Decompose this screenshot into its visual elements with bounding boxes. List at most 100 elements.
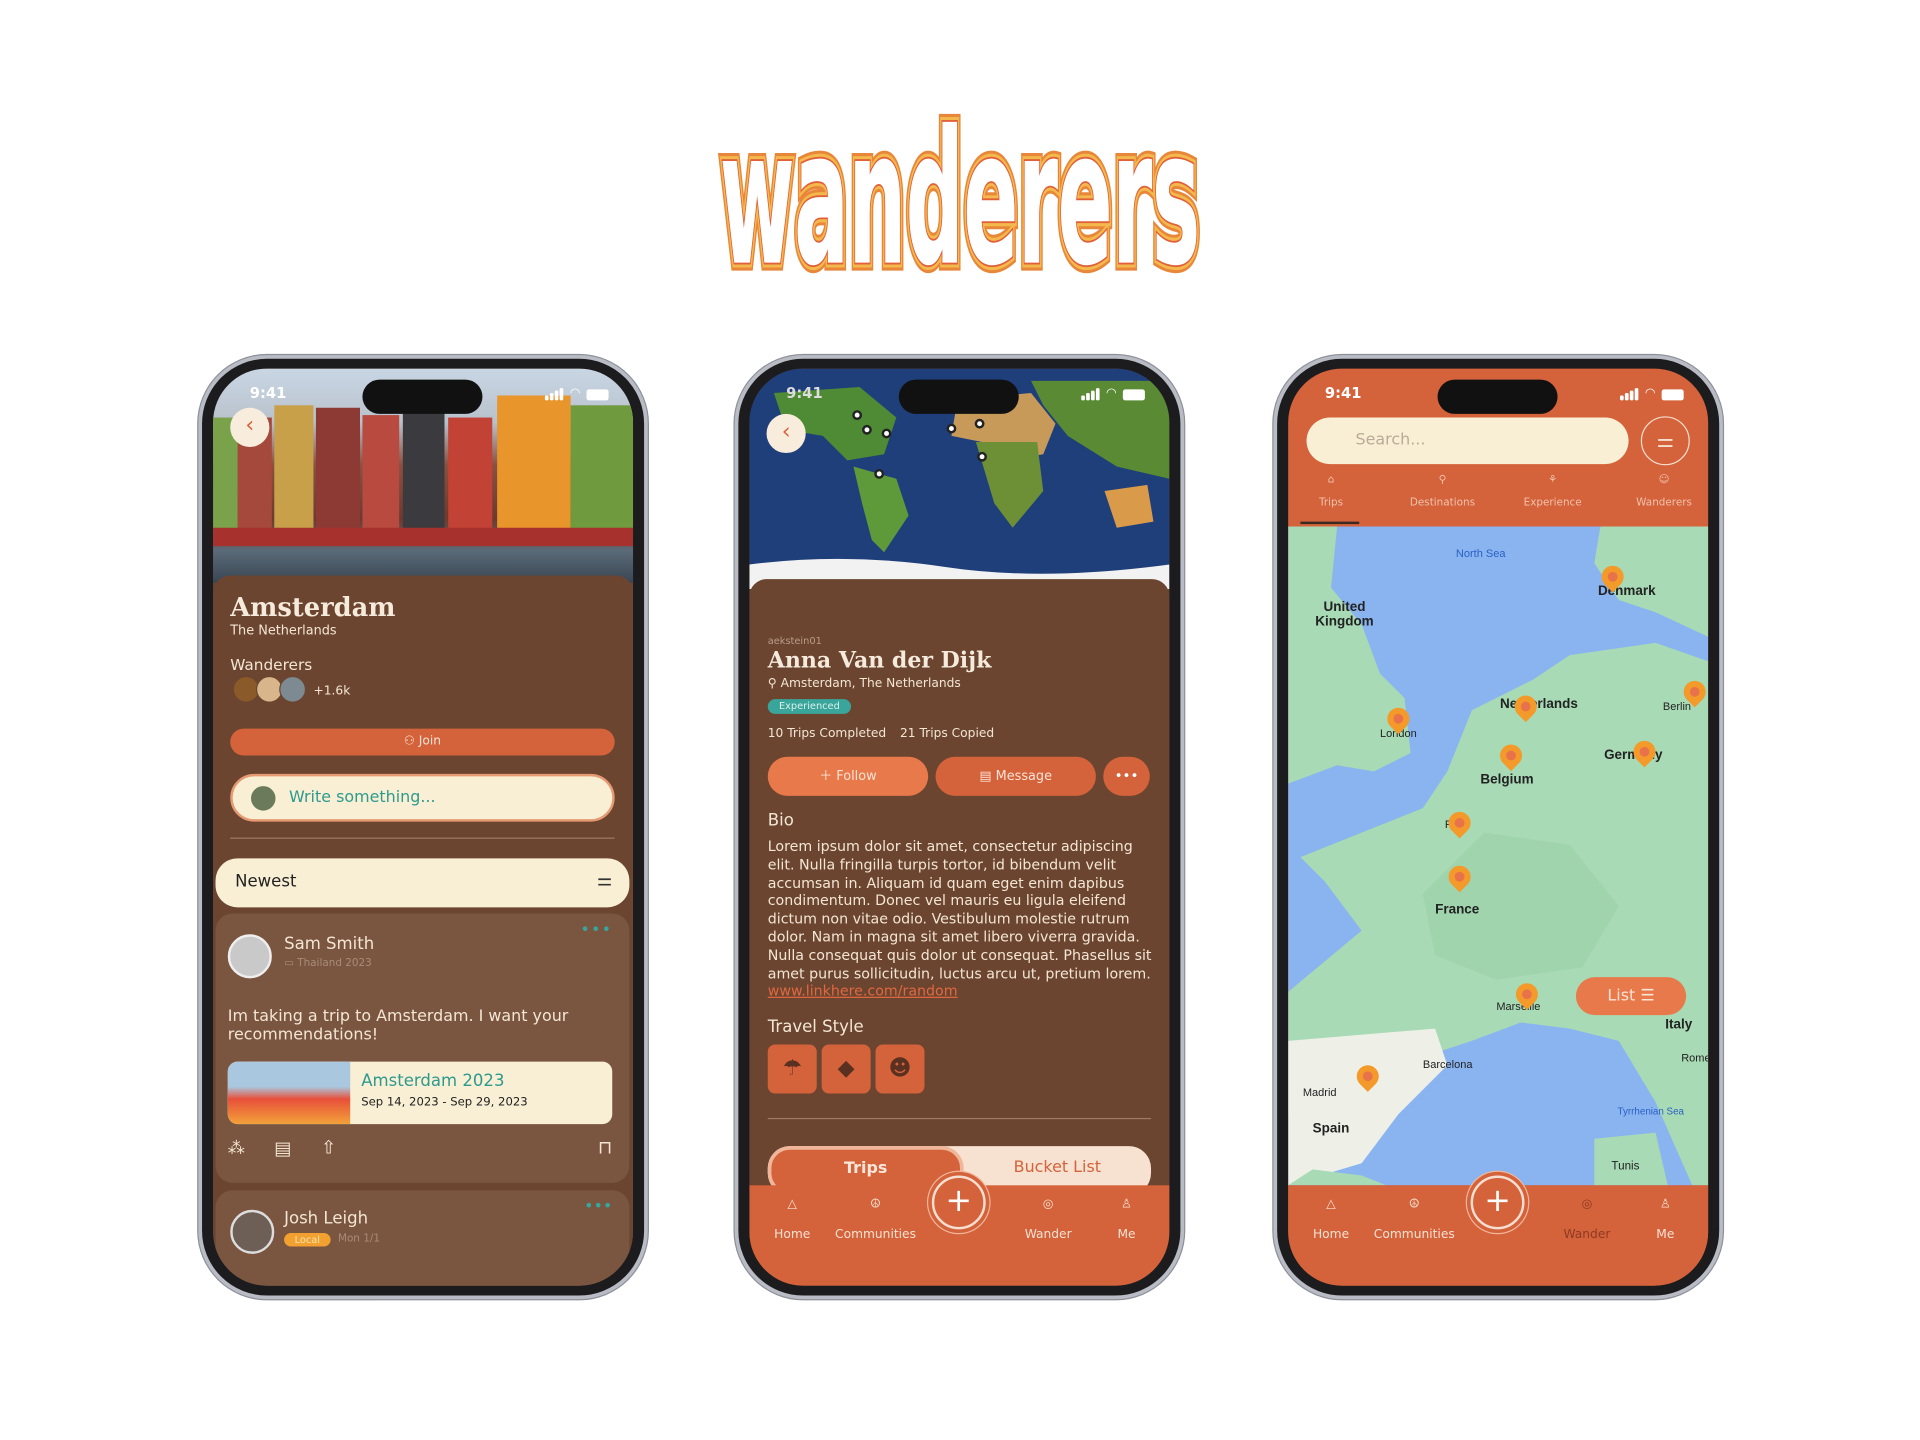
write-placeholder: Write something... [288,788,436,807]
trip-card[interactable]: Amsterdam 2023 Sep 14, 2023 - Sep 29, 20… [227,1061,613,1125]
tulip-field-image [227,1061,351,1125]
status-time: 9:41 [1324,384,1362,402]
nav-communities[interactable]: ☮ Communities [827,1198,925,1242]
svg-text:wanderers: wanderers [720,113,1200,284]
list-icon: ☰ [1635,986,1655,1006]
back-button[interactable]: ‹ [230,407,270,447]
map-view[interactable]: North Sea Denmark United Kingdom London … [1288,526,1709,1186]
bottom-nav: △ Home ☮ Communities + ◎ Wander ♙ Me [749,1175,1170,1286]
bio-text: Lorem ipsum dolor sit amet, consectetur … [767,837,1152,982]
divider [230,837,615,839]
join-label: Join [418,734,442,749]
profile-name: Anna Van der Dijk [767,647,992,674]
tab-experience[interactable]: ⚘ Experience [1504,474,1602,510]
explore-tabs: ⌂ Trips ⚲ Destinations ⚘ Experience ☺ Wander… [1288,474,1708,525]
map-label: Tunis [1611,1159,1640,1174]
experience-badge: Experienced [767,699,852,714]
compass-icon: ◎ [1581,1197,1593,1212]
trips-copied[interactable]: 21 Trips Copied [900,727,994,740]
profile-location: ⚲ Amsterdam, The Netherlands [767,677,961,691]
trip-dates: Sep 14, 2023 - Sep 29, 2023 [361,1095,528,1110]
post-meta: Mon 1/1 [337,1233,380,1246]
person-icon: ♙ [1121,1197,1133,1212]
parachute-icon[interactable]: ☂ [767,1044,817,1094]
nav-me[interactable]: ♙ Me [1616,1198,1708,1242]
travel-style-heading: Travel Style [767,1017,864,1038]
comment-icon[interactable]: ▤ [274,1138,291,1160]
trips-completed[interactable]: 10 Trips Completed [768,727,886,740]
peace-icon: ☮ [870,1197,882,1212]
location-pin-icon: ⚲ [767,677,781,691]
map-label: North Sea [1455,547,1506,560]
bookmark-icon[interactable]: ⊓ [598,1136,612,1158]
avatar [279,675,307,703]
runner-icon: ⚘ [1547,473,1558,487]
map-label: Tyrrhenian Sea [1617,1105,1684,1117]
map-label: Belgium [1480,772,1534,788]
bio-heading: Bio [767,810,794,831]
list-view-button[interactable]: List ☰ [1575,977,1687,1016]
dynamic-island [362,379,483,414]
map-label: Spain [1312,1121,1350,1137]
dynamic-island [898,379,1019,414]
filter-button[interactable]: ⚌ [1640,416,1690,466]
status-icons: ◠ [1081,387,1145,401]
tab-trips[interactable]: ⌂ Trips [1288,474,1380,510]
map-label: Barcelona [1422,1057,1473,1071]
add-button[interactable]: + [1470,1175,1525,1230]
share-icon[interactable]: ⇧ [321,1136,336,1158]
back-button[interactable]: ‹ [766,413,806,454]
map-label: Netherlands [1500,696,1578,712]
tent-icon: △ [787,1197,797,1212]
nav-me[interactable]: ♙ Me [1078,1198,1170,1242]
write-post-input[interactable]: Write something... [230,773,615,822]
more-options-icon[interactable]: ••• [584,1198,612,1216]
sort-dropdown[interactable]: Newest ⚌ [215,858,630,908]
join-button[interactable]: ⚇ Join [230,728,615,756]
map-label: Berlin [1662,700,1692,713]
map-label: Madrid [1302,1086,1337,1099]
diamond-icon[interactable]: ◆ [821,1044,871,1094]
active-tab-indicator [1300,521,1360,525]
group-icon: ⚇ [403,734,419,749]
backpack-icon: ⌂ [1327,473,1335,487]
bio-link[interactable]: www.linkhere.com/random [768,982,958,999]
message-button[interactable]: ▤ Message [935,756,1096,796]
compass-icon: ◎ [1042,1197,1054,1212]
local-badge: Local [284,1233,331,1247]
add-button[interactable]: + [931,1175,986,1230]
post-meta: ▭ Thailand 2023 [284,957,372,970]
map-label: Rome [1681,1051,1709,1065]
author-avatar[interactable] [227,934,272,979]
filter-sliders-icon[interactable]: ⚌ [597,871,612,891]
more-options-icon[interactable]: ••• [580,921,612,939]
post-author[interactable]: Sam Smith [284,934,374,954]
status-time: 9:41 [249,384,287,402]
theater-masks-icon[interactable]: ☻ [875,1044,925,1094]
tab-wanderers[interactable]: ☺ Wanderers [1615,474,1708,510]
person-icon: ♙ [1659,1197,1671,1212]
tab-destinations[interactable]: ⚲ Destinations [1393,474,1491,510]
wanderers-logo: wanderers wanderers wanderers wanderers [711,113,1208,284]
reactions-icon[interactable]: ⁂ [228,1139,245,1159]
divider [767,1117,1152,1120]
tent-icon: △ [1326,1197,1336,1212]
post-author[interactable]: Josh Leigh [284,1209,368,1229]
nav-communities[interactable]: ☮ Communities [1365,1198,1463,1242]
filter-sliders-icon: ⚌ [1656,428,1675,452]
map-label: France [1435,902,1480,918]
location-pin-icon: ⚲ [1438,473,1447,487]
members-label: Wanderers [230,655,313,674]
dynamic-island [1437,379,1558,414]
more-button[interactable]: ••• [1103,756,1150,796]
phone-profile: 9:41 ◠ ‹ aekstein01 Anna Van der Dijk ⚲ … [734,355,1185,1300]
member-avatars[interactable] [232,675,307,703]
follow-button[interactable]: ＋ Follow [767,756,929,796]
search-input[interactable]: Search... [1306,417,1629,465]
author-avatar[interactable] [230,1209,275,1254]
suitcase-icon: ▭ [284,957,298,970]
trip-title: Amsterdam 2023 [361,1071,505,1092]
username: aekstein01 [767,635,822,647]
travel-style-list: ☂ ◆ ☻ [767,1044,925,1094]
chat-icon: ▤ [979,768,996,784]
